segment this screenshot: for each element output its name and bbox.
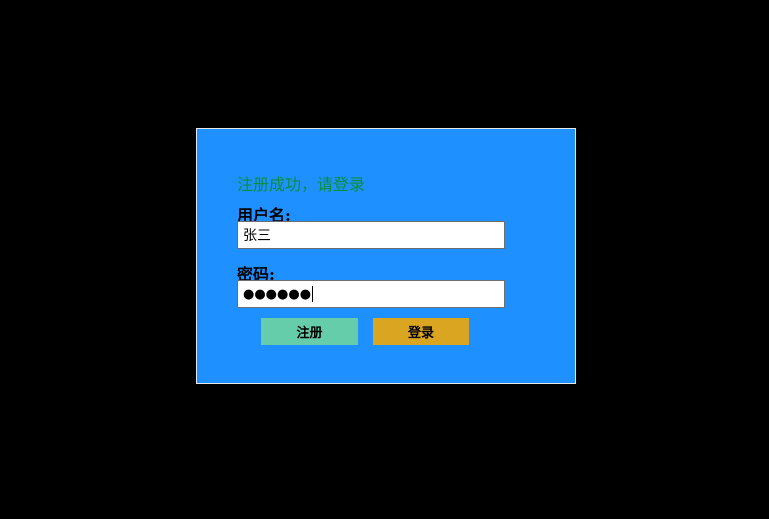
register-button[interactable]: 注册 — [261, 318, 358, 345]
password-masked-value: ●●●●●● — [243, 286, 312, 302]
username-value: 张三 — [243, 228, 271, 244]
text-caret — [312, 286, 314, 302]
username-input[interactable]: 张三 — [237, 221, 505, 249]
success-message: 注册成功，请登录 — [237, 175, 366, 194]
login-panel: 注册成功，请登录 用户名: 张三 密码: ●●●●●● 注册 登录 — [196, 128, 576, 384]
login-button[interactable]: 登录 — [373, 318, 469, 345]
password-input[interactable]: ●●●●●● — [237, 280, 505, 308]
